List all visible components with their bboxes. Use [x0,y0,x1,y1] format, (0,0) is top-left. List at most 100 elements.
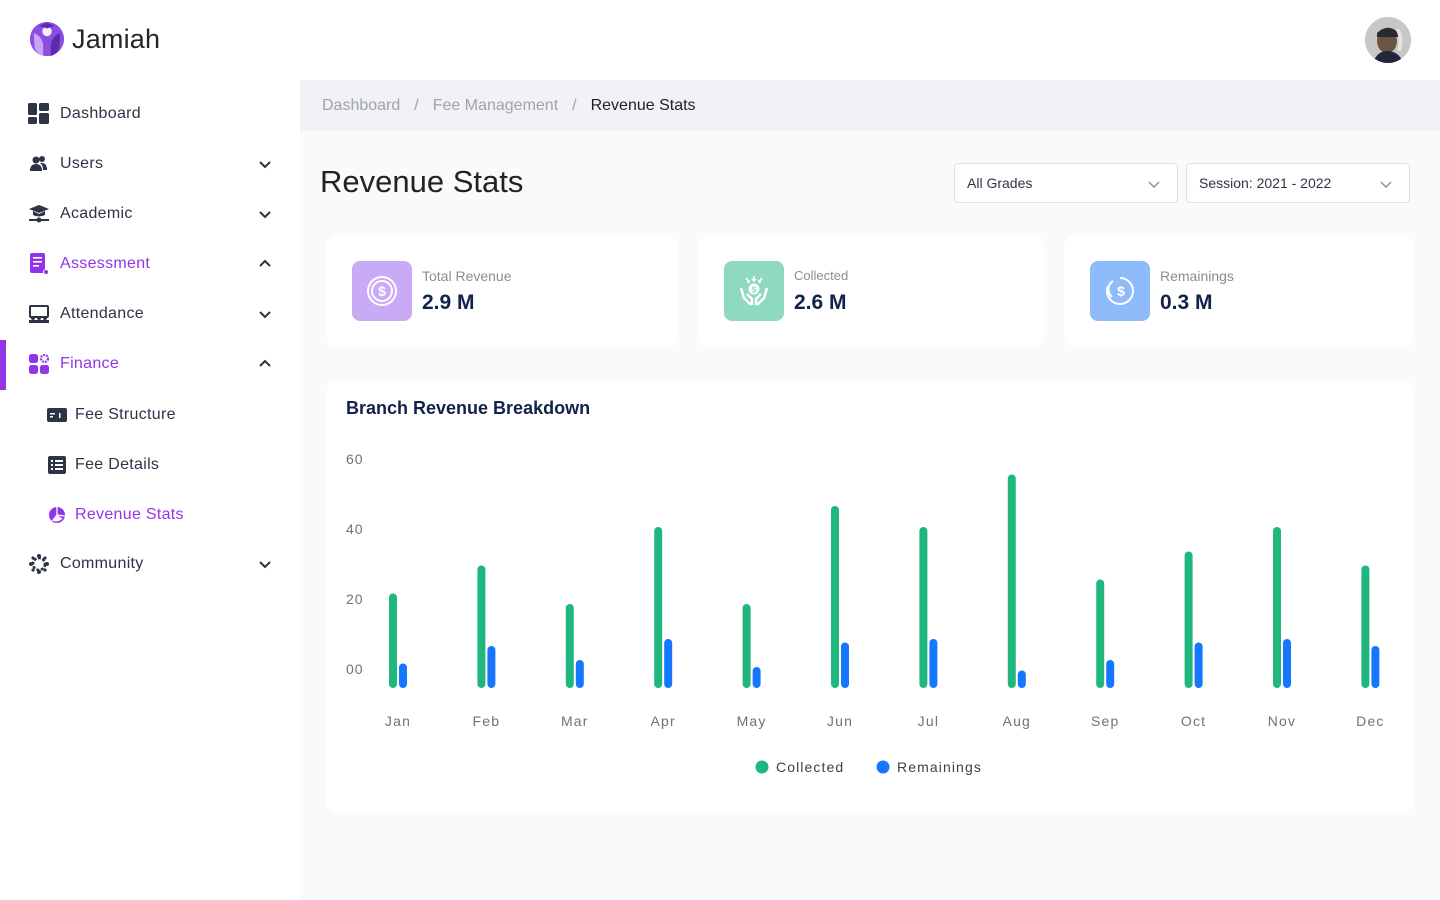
dashboard-icon [28,103,50,125]
stat-icon-box: $ [1090,261,1150,321]
sidebar-item-academic[interactable]: Academic [0,194,300,234]
legend-marker-remainings [876,760,890,774]
dollar-refresh-icon: $ [1106,277,1134,305]
sidebar-item-revenue-stats[interactable]: Revenue Stats [0,495,300,535]
logo[interactable]: Jamiah [28,20,160,58]
sidebar-item-label: Fee Structure [75,406,176,423]
y-tick-label: 40 [346,521,364,537]
stat-card-total-revenue: $ Total Revenue 2.9 M [326,235,678,347]
bar-remainings-may [752,667,761,688]
bar-collected-mar [565,604,574,688]
svg-text:$: $ [1117,283,1125,299]
chevron-up-icon[interactable] [257,356,273,372]
bars [389,474,1380,688]
main-content: Dashboard / Fee Management / Revenue Sta… [300,80,1440,900]
breadcrumb: Dashboard / Fee Management / Revenue Sta… [300,80,1440,131]
session-select[interactable]: Session: 2021 - 2022 [1186,163,1410,203]
logo-icon [29,21,65,57]
finance-icon [28,353,50,375]
sidebar-item-dashboard[interactable]: Dashboard [0,94,300,134]
stat-card-remainings: $ Remainings 0.3 M [1064,235,1414,347]
bar-remainings-dec [1371,646,1380,688]
bar-collected-apr [654,527,663,688]
avatar-photo-icon [1365,17,1411,63]
sidebar-item-fee-details[interactable]: Fee Details [0,445,300,485]
x-tick-label: Aug [1003,713,1032,729]
bar-collected-nov [1273,527,1281,688]
x-tick-label: May [737,713,767,729]
legend-label-collected: Collected [776,759,844,775]
sidebar-item-community[interactable]: Community [0,544,300,584]
sidebar: Dashboard Users Academic Assessment Atte… [0,80,300,900]
grade-select[interactable]: All Grades [954,163,1178,203]
sidebar-item-fee-structure[interactable]: Fee Structure [0,395,300,435]
sidebar-item-label: Fee Details [75,456,160,473]
bar-collected-jul [919,527,928,688]
bar-remainings-sep [1106,660,1115,688]
sidebar-item-finance[interactable]: Finance [0,344,300,384]
chevron-down-icon[interactable] [257,206,273,222]
svg-text:$: $ [378,283,386,299]
list-icon [46,454,68,476]
breadcrumb-current: Revenue Stats [590,96,696,114]
chevron-down-icon [1380,181,1392,188]
stat-icon-box: $ [352,261,412,321]
bar-remainings-nov [1283,639,1291,688]
chart-legend: Collected Remainings [755,759,982,775]
community-icon [28,553,50,575]
legend-label-remainings: Remainings [897,759,982,775]
x-tick-label: Dec [1356,713,1385,729]
bar-remainings-feb [487,646,496,688]
sidebar-item-users[interactable]: Users [0,144,300,184]
top-bar: Jamiah [0,0,1440,80]
y-tick-label: 00 [346,661,364,677]
breadcrumb-separator: / [572,96,577,114]
bar-collected-jun [831,506,839,688]
session-select-value: Session: 2021 - 2022 [1199,175,1332,191]
stat-value: 0.3 M [1160,291,1213,314]
x-tick-label: Jun [827,713,853,729]
bar-remainings-aug [1017,670,1026,688]
breadcrumb-dashboard[interactable]: Dashboard [322,97,400,115]
breadcrumb-fee-management[interactable]: Fee Management [433,97,558,115]
y-tick-label: 20 [346,591,364,607]
x-tick-label: Oct [1181,713,1206,729]
legend-marker-collected [755,760,769,774]
chevron-down-icon[interactable] [257,156,273,172]
stat-label: Remainings [1160,268,1234,284]
bar-remainings-jul [929,639,938,688]
y-tick-label: 60 [346,451,364,467]
revenue-bar-chart: 00 20 40 60 Jan Feb Mar Apr May Jun Jul Aug Sep Oct N… [346,451,1385,775]
y-axis: 00 20 40 60 [346,451,364,677]
sidebar-item-assessment[interactable]: Assessment [0,244,300,284]
x-axis: Jan Feb Mar Apr May Jun Jul Aug Sep Oct Nov Dec [385,713,1385,729]
stat-card-collected: $ Collected 2.6 M [698,235,1044,347]
grade-select-value: All Grades [967,175,1033,191]
x-tick-label: Mar [561,713,589,729]
bar-collected-may [742,604,751,688]
bar-collected-aug [1007,474,1016,688]
bar-remainings-oct [1194,642,1203,688]
graduation-cap-icon [28,203,50,225]
attendance-icon [28,303,50,325]
bar-collected-oct [1184,551,1193,688]
chevron-down-icon[interactable] [257,556,273,572]
sidebar-item-label: Finance [60,355,120,372]
x-tick-label: Jan [385,713,411,729]
chevron-down-icon[interactable] [257,306,273,322]
page-title: Revenue Stats [320,164,524,199]
stat-value: 2.6 M [794,291,847,314]
sidebar-item-label: Users [60,155,104,172]
sidebar-item-attendance[interactable]: Attendance [0,294,300,334]
sidebar-item-label: Academic [60,205,133,222]
app-name: Jamiah [72,23,161,54]
avatar[interactable] [1365,17,1411,63]
chart-card: Branch Revenue Breakdown 00 20 40 60 Jan Feb… [326,381,1414,813]
hands-money-icon: $ [739,276,769,306]
sidebar-item-label: Community [60,555,144,572]
stat-label: Total Revenue [422,268,512,284]
bar-remainings-mar [575,660,584,688]
x-tick-label: Sep [1091,713,1120,729]
svg-text:$: $ [752,286,757,295]
chevron-up-icon[interactable] [257,256,273,272]
